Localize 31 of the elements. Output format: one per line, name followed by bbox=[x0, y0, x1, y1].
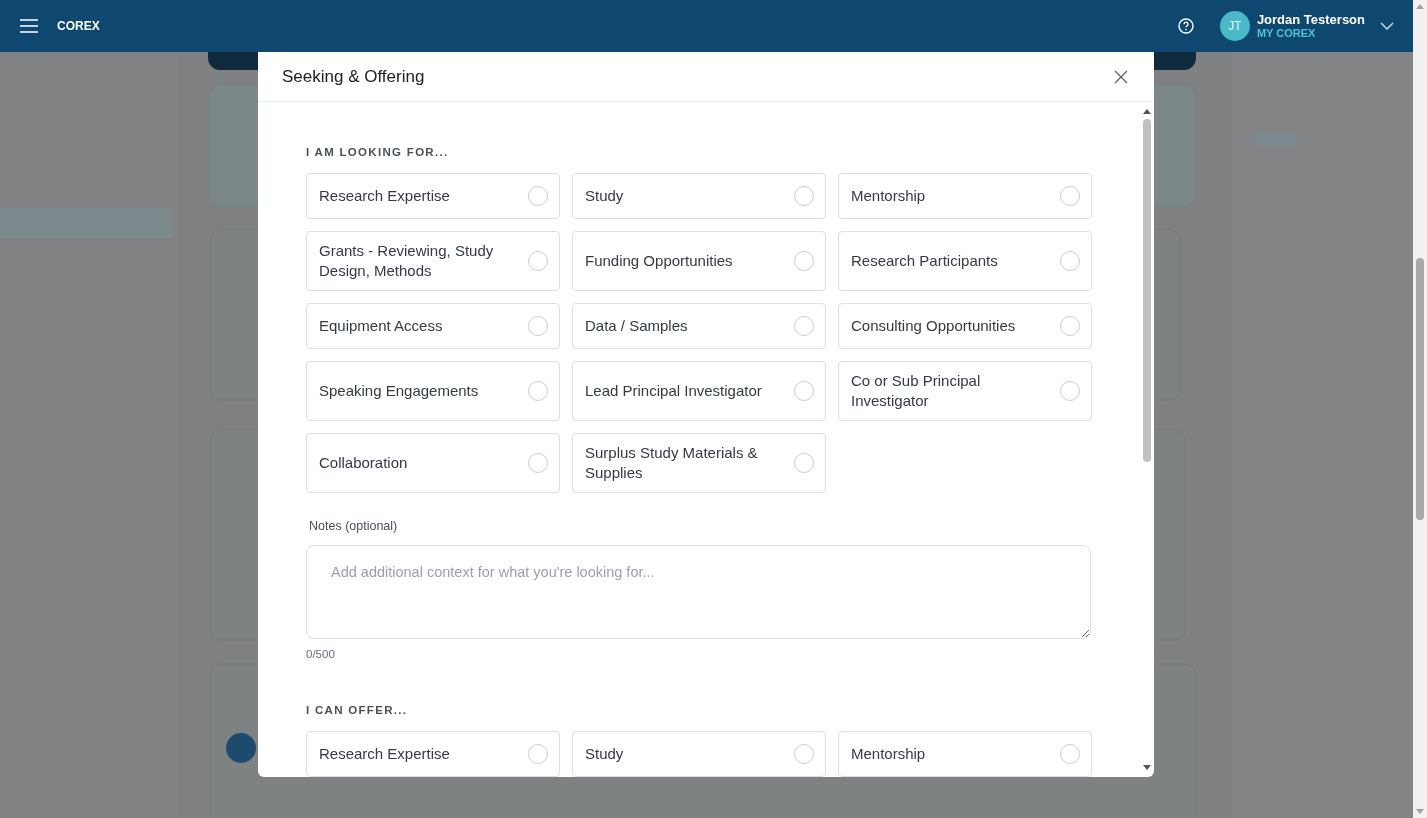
modal-title: Seeking & Offering bbox=[282, 66, 425, 87]
option-card[interactable]: Equipment Access bbox=[306, 303, 560, 349]
option-card[interactable]: Funding Opportunities bbox=[572, 231, 826, 291]
option-card[interactable]: Study bbox=[572, 173, 826, 219]
help-icon[interactable] bbox=[1177, 18, 1194, 34]
option-card[interactable]: Collaboration bbox=[306, 433, 560, 493]
option-card[interactable]: Grants - Reviewing, Study Design, Methods bbox=[306, 231, 560, 291]
user-name[interactable]: Jordan Testerson bbox=[1256, 12, 1365, 27]
option-card[interactable]: Surplus Study Materials & Supplies bbox=[572, 433, 826, 493]
option-card[interactable]: Co or Sub Principal Investigator bbox=[838, 361, 1092, 421]
menu-icon[interactable] bbox=[20, 19, 38, 33]
option-card[interactable]: Data / Samples bbox=[572, 303, 826, 349]
scrollbar[interactable] bbox=[1413, 0, 1427, 818]
section-heading: I AM LOOKING FOR... bbox=[306, 146, 449, 158]
brand-logo[interactable]: COREX bbox=[57, 19, 100, 33]
option-card[interactable]: Mentorship bbox=[838, 173, 1092, 219]
character-counter: 0/500 bbox=[306, 648, 335, 660]
close-icon[interactable] bbox=[1114, 69, 1128, 84]
chevron-down-icon[interactable] bbox=[1380, 22, 1394, 30]
option-card[interactable]: Lead Principal Investigator bbox=[572, 361, 826, 421]
option-card[interactable]: Research Expertise bbox=[306, 173, 560, 219]
user-subtitle: MY COREX bbox=[1256, 26, 1317, 40]
option-card[interactable]: Study bbox=[572, 731, 826, 777]
option-card[interactable]: Consulting Opportunities bbox=[838, 303, 1092, 349]
option-card[interactable]: Speaking Engagements bbox=[306, 361, 560, 421]
section-heading: I CAN OFFER... bbox=[306, 704, 408, 716]
field-label: Notes (optional) bbox=[309, 519, 398, 533]
option-card[interactable]: Research Participants bbox=[838, 231, 1092, 291]
option-card[interactable]: Research Expertise bbox=[306, 731, 560, 777]
option-card[interactable]: Mentorship bbox=[838, 731, 1092, 777]
notes-field[interactable]: Add additional context for what you're looking for... bbox=[306, 545, 1091, 639]
